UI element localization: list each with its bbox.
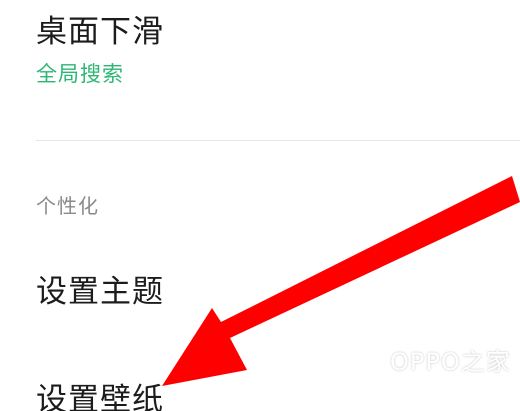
desktop-swipe-title: 桌面下滑 bbox=[36, 14, 164, 50]
set-wallpaper-label: 设置壁纸 bbox=[36, 382, 164, 411]
personalization-section-header: 个性化 bbox=[36, 194, 99, 218]
settings-screen: 桌面下滑 全局搜索 个性化 设置主题 设置壁纸 OPPO之家 www.oppo.… bbox=[0, 0, 520, 411]
set-theme-label: 设置主题 bbox=[36, 274, 164, 310]
oppo-home-logo-icon bbox=[339, 345, 379, 389]
watermark-url-text: www.oppo.cn bbox=[394, 376, 474, 390]
oppo-home-watermark: OPPO之家 www.oppo.cn bbox=[336, 338, 516, 398]
watermark-brand-text: OPPO之家 bbox=[390, 348, 511, 376]
set-theme-setting-item[interactable]: 设置主题 bbox=[36, 260, 520, 320]
desktop-swipe-value: 全局搜索 bbox=[36, 62, 124, 86]
section-divider bbox=[36, 140, 520, 141]
desktop-swipe-setting-item[interactable]: 桌面下滑 全局搜索 bbox=[36, 0, 520, 110]
